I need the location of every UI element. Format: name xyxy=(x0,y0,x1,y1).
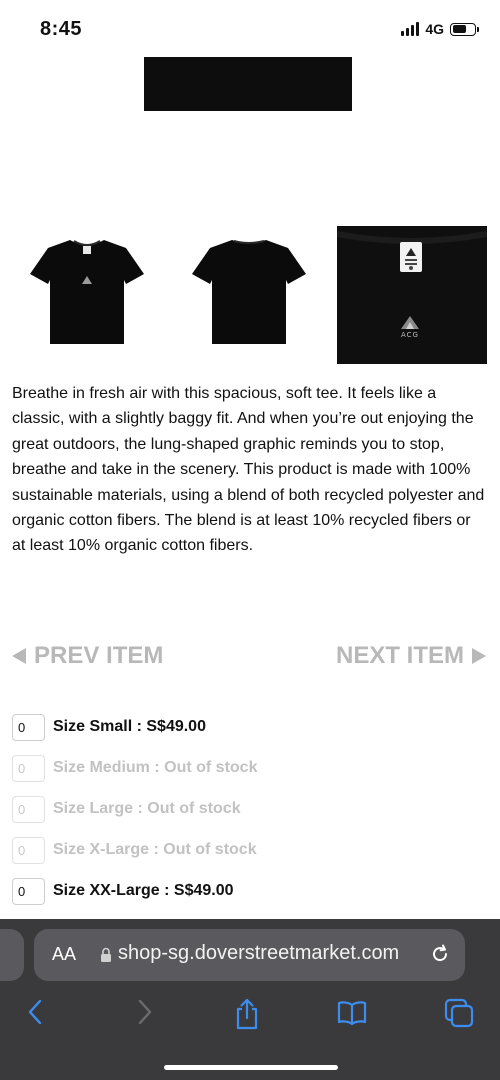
quantity-input-large xyxy=(12,795,45,823)
prev-item-link[interactable]: PREV ITEM xyxy=(12,642,163,670)
next-item-link[interactable]: NEXT ITEM xyxy=(336,642,486,670)
thumbnail-detail[interactable]: ACG xyxy=(337,226,487,364)
status-bar: 8:45 4G xyxy=(0,0,500,58)
back-icon[interactable] xyxy=(26,997,46,1032)
arrow-left-icon xyxy=(12,648,26,664)
thumbnail-logo-text: ACG xyxy=(401,331,419,339)
battery-icon xyxy=(450,22,479,36)
next-item-label: NEXT ITEM xyxy=(335,642,464,669)
size-option-small: Size Small : S$49.00 xyxy=(12,713,206,741)
previous-tab-peek[interactable] xyxy=(0,929,24,981)
thumbnail-back[interactable] xyxy=(188,232,310,348)
size-option-xxlarge: Size XX-Large : S$49.00 xyxy=(12,877,234,905)
url-text: shop-sg.doverstreetmarket.com xyxy=(118,942,400,964)
status-indicators: 4G xyxy=(401,21,479,37)
reload-icon[interactable] xyxy=(429,943,451,970)
tabs-icon[interactable] xyxy=(443,997,475,1034)
arrow-right-icon xyxy=(472,648,486,664)
forward-icon[interactable] xyxy=(134,997,154,1032)
size-option-medium: Size Medium : Out of stock xyxy=(12,754,257,782)
quantity-input-xxlarge[interactable] xyxy=(12,877,45,905)
share-icon[interactable] xyxy=(232,997,262,1036)
signal-icon xyxy=(401,22,420,36)
home-indicator xyxy=(164,1065,338,1070)
size-option-xlarge: Size X-Large : Out of stock xyxy=(12,836,257,864)
thumbnail-front[interactable] xyxy=(26,232,148,348)
size-label-xxlarge: Size XX-Large : S$49.00 xyxy=(53,882,234,899)
lock-icon xyxy=(100,947,112,968)
size-label-medium: Size Medium : Out of stock xyxy=(53,759,258,776)
navigation-toolbar xyxy=(0,997,500,1037)
address-bar[interactable]: AA shop-sg.doverstreetmarket.com xyxy=(34,929,465,981)
quantity-input-xlarge xyxy=(12,836,45,864)
browser-toolbar: AA shop-sg.doverstreetmarket.com xyxy=(0,919,500,1080)
product-thumbnails: ACG xyxy=(0,222,500,364)
product-description: Breathe in fresh air with this spacious,… xyxy=(12,385,485,555)
text-size-button[interactable]: AA xyxy=(52,944,76,965)
size-label-large: Size Large : Out of stock xyxy=(53,800,241,817)
prev-item-label: PREV ITEM xyxy=(34,642,164,669)
quantity-input-small[interactable] xyxy=(12,713,45,741)
size-label-xlarge: Size X-Large : Out of stock xyxy=(53,841,257,858)
bookmarks-icon[interactable] xyxy=(336,997,368,1032)
size-label-small: Size Small : S$49.00 xyxy=(53,718,206,735)
product-main-image[interactable] xyxy=(144,57,352,111)
item-pager: PREV ITEM NEXT ITEM xyxy=(0,642,500,678)
quantity-input-medium xyxy=(12,754,45,782)
network-label: 4G xyxy=(425,21,444,37)
status-time: 8:45 xyxy=(40,18,83,40)
size-option-large: Size Large : Out of stock xyxy=(12,795,241,823)
